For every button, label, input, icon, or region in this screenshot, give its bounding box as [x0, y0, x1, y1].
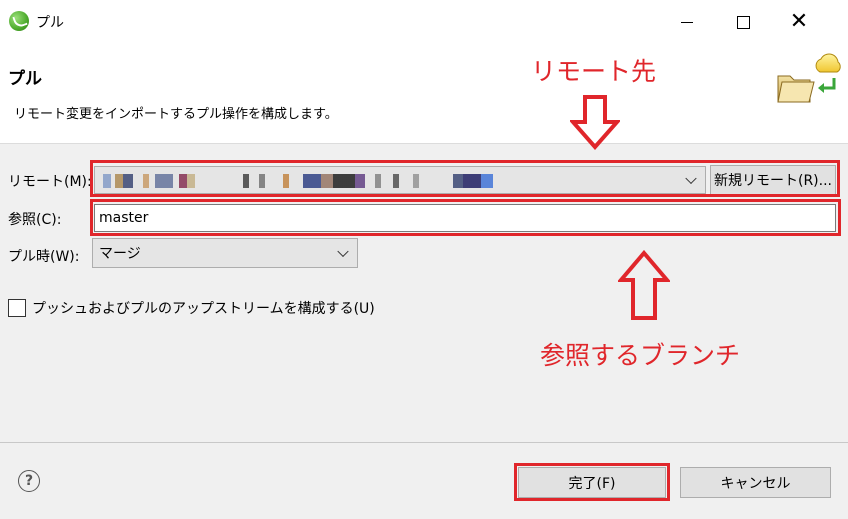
ref-input[interactable] [94, 204, 836, 232]
annotation-remote-label: リモート先 [531, 57, 657, 86]
annotation-arrow-down-icon [570, 95, 620, 150]
maximize-button[interactable] [720, 0, 766, 44]
window-title: プル [36, 15, 64, 31]
chevron-down-icon [337, 245, 349, 258]
pull-mode-value: マージ [99, 246, 141, 262]
maximize-icon [736, 15, 750, 29]
wizard-header: プル リモート変更をインポートするプル操作を構成します。 [0, 44, 848, 144]
new-remote-button[interactable]: 新規リモート(R)... [710, 165, 836, 195]
page-description: リモート変更をインポートするプル操作を構成します。 [14, 107, 338, 122]
minimize-icon [681, 21, 693, 23]
window-titlebar: プル ✕ [0, 0, 848, 44]
upstream-checkbox-row[interactable]: プッシュおよびプルのアップストリームを構成する(U) [8, 298, 375, 318]
pull-mode-label: プル時(W): [8, 249, 80, 265]
annotation-branch-label: 参照するブランチ [540, 341, 741, 370]
ref-label: 参照(C): [8, 212, 62, 228]
redacted-remote-url [103, 174, 493, 188]
pull-mode-combo[interactable]: マージ [92, 238, 358, 268]
page-title: プル [8, 69, 42, 89]
eclipse-egit-icon [9, 11, 29, 31]
footer-divider [0, 442, 848, 443]
minimize-button[interactable] [664, 0, 710, 44]
help-icon[interactable]: ? [18, 470, 40, 492]
cancel-button[interactable]: キャンセル [680, 467, 831, 498]
upstream-checkbox-label: プッシュおよびプルのアップストリームを構成する(U) [32, 301, 375, 317]
annotation-arrow-up-icon [618, 250, 670, 320]
close-icon: ✕ [789, 9, 809, 34]
chevron-down-icon [685, 172, 697, 185]
upstream-checkbox[interactable] [8, 299, 26, 317]
remote-combo[interactable] [94, 166, 706, 194]
remote-label: リモート(M): [8, 174, 92, 190]
close-button[interactable]: ✕ [776, 0, 822, 44]
finish-button[interactable]: 完了(F) [518, 467, 666, 498]
folder-cloud-pull-icon [777, 53, 841, 103]
